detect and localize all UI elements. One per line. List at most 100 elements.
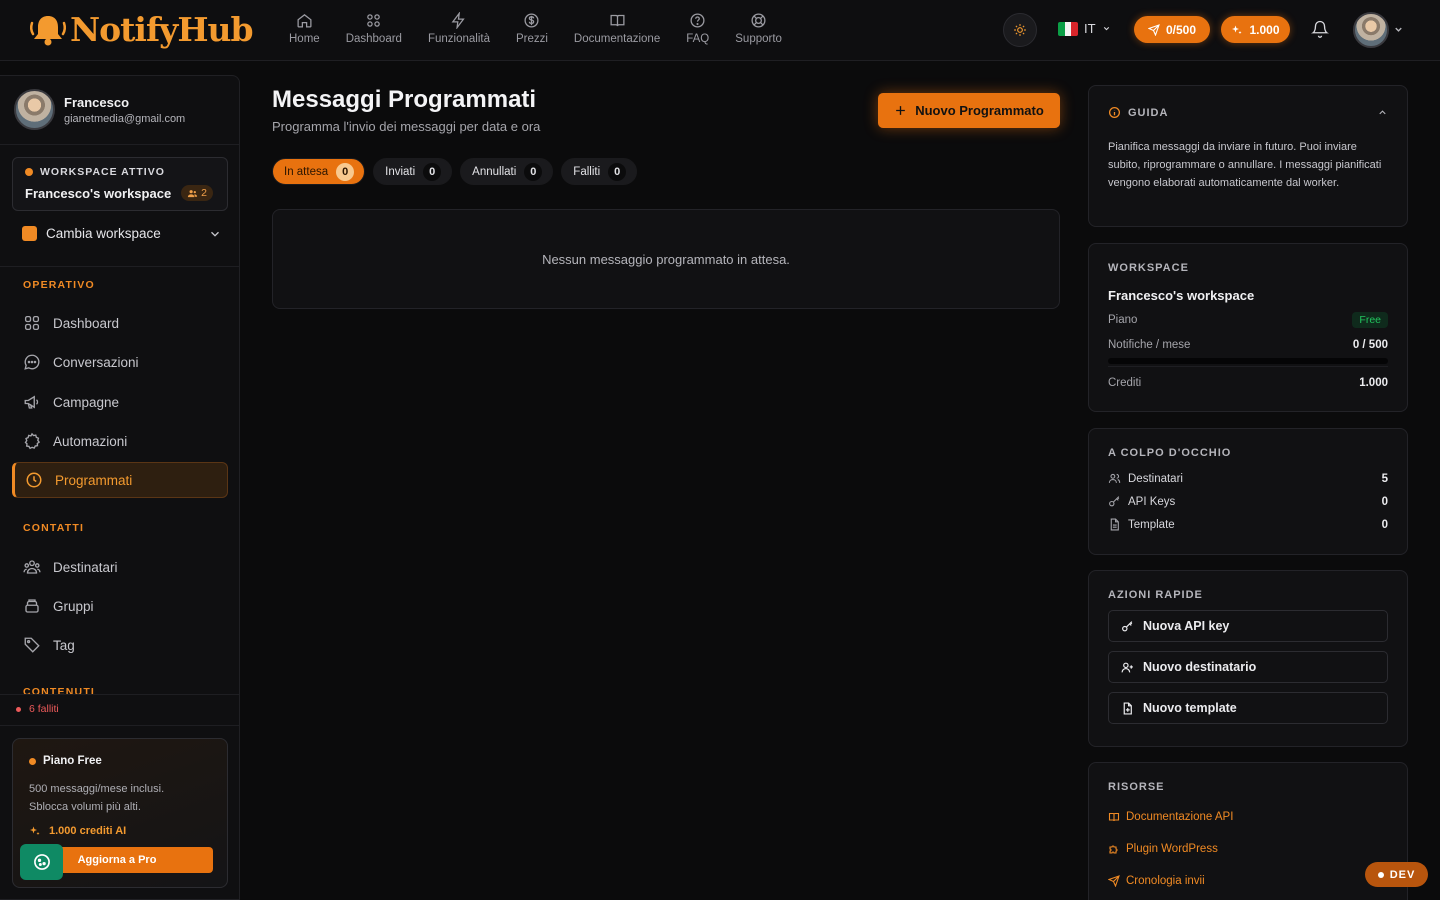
- avatar[interactable]: [1353, 12, 1389, 48]
- page-subtitle: Programma l'invio dei messaggi per data …: [272, 119, 541, 134]
- file-plus-icon: [1123, 701, 1132, 715]
- tab-failed[interactable]: Falliti 0: [561, 158, 638, 185]
- credits-value: 1.000: [1249, 22, 1280, 37]
- failed-count-text: 6 falliti: [29, 703, 59, 715]
- nav-docs-label: Documentazione: [573, 33, 661, 45]
- quick-actions-title: AZIONI RAPIDE: [1108, 589, 1203, 601]
- key-icon: [1122, 620, 1133, 631]
- nav-pricing[interactable]: Prezzi: [503, 12, 561, 45]
- tab-count: 0: [608, 162, 627, 181]
- sidebar-item-gruppi[interactable]: Gruppi: [12, 588, 228, 624]
- nav-dashboard[interactable]: Dashboard: [333, 12, 415, 45]
- bell-logo-icon: [29, 16, 67, 46]
- tab-label: Falliti: [573, 165, 601, 178]
- nav-features[interactable]: Funzionalità: [415, 12, 503, 45]
- tab-sent[interactable]: Inviati 0: [373, 158, 453, 185]
- tab-label: In attesa: [284, 165, 329, 178]
- guide-card: GUIDA Pianifica messaggi da inviare in f…: [1088, 85, 1408, 227]
- logo[interactable]: NotifyHub: [28, 10, 254, 50]
- sidebar-item-label: Programmati: [55, 472, 133, 488]
- nav-faq[interactable]: FAQ: [673, 12, 722, 45]
- new-scheduled-button[interactable]: Nuovo Programmato: [878, 93, 1060, 128]
- chat-widget-button[interactable]: [20, 844, 63, 880]
- resource-link-label: Plugin WordPress: [1126, 843, 1218, 855]
- dev-badge[interactable]: DEV: [1365, 862, 1428, 887]
- send-icon: [1147, 23, 1160, 36]
- notifications-label: Notifiche / mese: [1108, 339, 1191, 351]
- nav-support-label: Supporto: [735, 33, 782, 45]
- workspace-tag: WORKSPACE ATTIVO: [40, 166, 165, 178]
- notifications-value: 0 / 500: [1352, 339, 1388, 351]
- tab-count: 0: [524, 162, 543, 181]
- section-title-contenuti: CONTENUTI: [23, 686, 96, 694]
- new-recipient-button[interactable]: Nuovo destinatario: [1108, 651, 1388, 683]
- credits-value: 1.000: [1359, 377, 1388, 389]
- tab-pending[interactable]: In attesa 0: [272, 158, 366, 185]
- tab-count: 0: [336, 162, 355, 181]
- sidebar-item-tag[interactable]: Tag: [12, 627, 228, 663]
- sparkles-icon: [30, 826, 40, 835]
- link-wordpress-plugin[interactable]: Plugin WordPress: [1108, 843, 1388, 855]
- theme-toggle-button[interactable]: [1003, 13, 1037, 47]
- dollar-icon: [524, 13, 539, 28]
- sidebar: Francesco gianetmedia@gmail.com WORKSPAC…: [0, 75, 240, 900]
- file-icon: [1110, 518, 1119, 531]
- section-title-contatti: CONTATTI: [23, 522, 85, 534]
- switch-workspace-dropdown[interactable]: Cambia workspace: [22, 226, 222, 241]
- chevron-up-icon[interactable]: [1377, 107, 1388, 118]
- quick-button-label: Nuova API key: [1143, 619, 1230, 633]
- divider: [0, 694, 239, 695]
- resource-link-label: Cronologia invii: [1126, 875, 1205, 887]
- chevron-down-icon: [1103, 26, 1109, 31]
- key-icon: [1109, 496, 1120, 507]
- nav-features-label: Funzionalità: [427, 33, 490, 45]
- credits-badge[interactable]: 1.000: [1221, 16, 1290, 43]
- sidebar-item-label: Conversazioni: [53, 354, 139, 370]
- puzzle-icon: [1109, 845, 1118, 854]
- tab-cancelled[interactable]: Annullati 0: [460, 158, 554, 185]
- messages-quota-badge[interactable]: 0/500: [1134, 16, 1210, 43]
- chat-icon: [24, 354, 40, 370]
- nav-docs[interactable]: Documentazione: [561, 12, 673, 45]
- book-icon: [610, 14, 625, 27]
- workspace-color-swatch: [22, 226, 37, 241]
- sidebar-item-destinatari[interactable]: Destinatari: [12, 549, 228, 585]
- sidebar-item-dashboard[interactable]: Dashboard: [12, 305, 228, 341]
- tab-label: Annullati: [472, 165, 517, 178]
- users-icon: [1108, 473, 1121, 483]
- notifications-button[interactable]: [1311, 20, 1329, 38]
- new-template-button[interactable]: Nuovo template: [1108, 692, 1388, 724]
- link-api-docs[interactable]: Documentazione API: [1108, 811, 1388, 823]
- dev-badge-label: DEV: [1389, 868, 1416, 881]
- failed-status[interactable]: 6 falliti: [16, 703, 59, 715]
- sparkles-icon: [1232, 25, 1242, 34]
- link-send-history[interactable]: Cronologia invii: [1108, 875, 1388, 887]
- home-icon: [297, 14, 312, 28]
- language-selector[interactable]: IT: [1058, 21, 1111, 36]
- divider: [0, 144, 239, 145]
- clock-icon: [26, 472, 42, 488]
- sidebar-item-automazioni[interactable]: Automazioni: [12, 423, 228, 459]
- chevron-down-icon[interactable]: [1393, 24, 1404, 35]
- avatar: [14, 89, 55, 130]
- users-icon: [188, 189, 198, 197]
- active-workspace-card[interactable]: WORKSPACE ATTIVO Francesco's workspace 2: [12, 157, 228, 211]
- resources-card: RISORSE Documentazione API Plugin WordPr…: [1088, 762, 1408, 900]
- user-profile[interactable]: Francesco gianetmedia@gmail.com: [14, 89, 185, 130]
- members-badge: 2: [181, 185, 214, 201]
- members-count: 2: [201, 187, 208, 199]
- main-nav: Home Dashboard Funzionalità Prezzi Docum…: [276, 12, 795, 45]
- new-api-key-button[interactable]: Nuova API key: [1108, 610, 1388, 642]
- status-dot: [25, 168, 33, 176]
- user-plus-icon: [1121, 662, 1133, 672]
- top-bar: NotifyHub Home Dashboard Funzionalità Pr…: [0, 0, 1440, 61]
- sidebar-item-campagne[interactable]: Campagne: [12, 384, 228, 420]
- tab-label: Inviati: [385, 165, 416, 178]
- nav-home[interactable]: Home: [276, 12, 333, 45]
- sidebar-item-programmati[interactable]: Programmati: [12, 462, 228, 498]
- sidebar-item-conversazioni[interactable]: Conversazioni: [12, 344, 228, 380]
- nav-support[interactable]: Supporto: [722, 12, 795, 45]
- tab-count: 0: [423, 162, 442, 181]
- cookie-icon: [33, 854, 50, 870]
- plan-label: Piano: [1108, 314, 1138, 326]
